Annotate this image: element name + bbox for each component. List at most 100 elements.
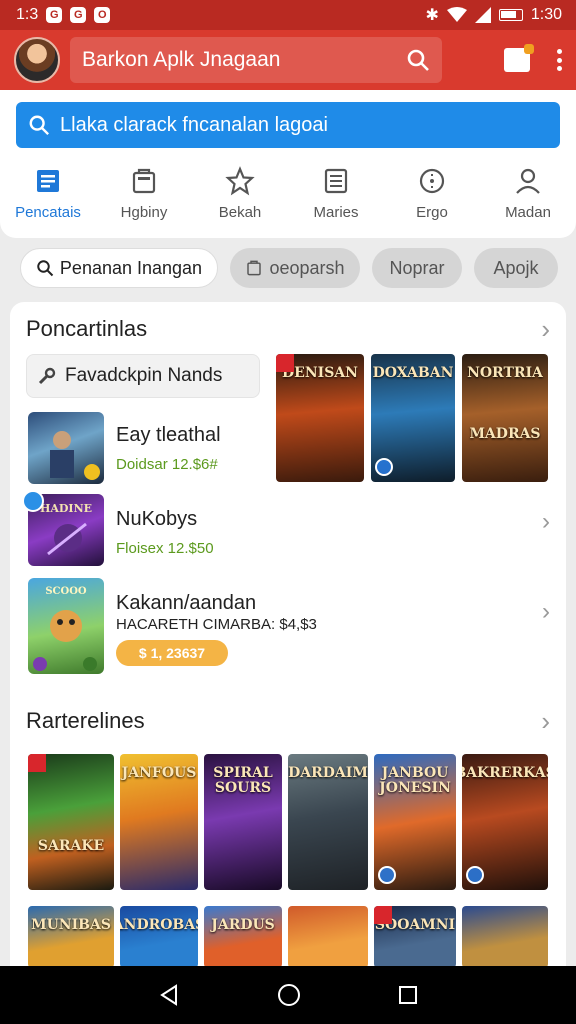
bag-icon [247, 260, 262, 276]
tab-compass[interactable]: Ergo [384, 166, 480, 226]
tab-label: Ergo [416, 204, 448, 221]
compass-icon [419, 168, 445, 194]
search-bar[interactable]: Barkon Aplk Jnagaan [70, 37, 442, 83]
game-poster[interactable]: JANFOUS [120, 754, 198, 890]
poster-title: JARDUS [211, 917, 275, 933]
status-bar: 1:3 G G O ✱ 1:30 [0, 0, 576, 30]
signal-icon [474, 7, 491, 23]
game-poster[interactable]: DENISAN [276, 354, 364, 482]
game-poster[interactable]: JARDUS [204, 906, 282, 968]
poster-title: DARDAIM [288, 765, 368, 781]
tab-profile[interactable]: Madan [480, 166, 576, 226]
tab-list[interactable]: Maries [288, 166, 384, 226]
bluetooth-icon: ✱ [425, 7, 439, 24]
system-navigation-bar [0, 966, 576, 1024]
game-title[interactable]: Eay tleathal [116, 424, 221, 447]
chip-search[interactable]: Penanan Inangan [20, 248, 218, 288]
chevron-right-icon[interactable]: › [541, 316, 550, 342]
chip-fourth[interactable]: Apojk [474, 248, 558, 288]
chip-label: Penanan Inangan [59, 257, 203, 278]
chip-label: Apojk [493, 257, 539, 278]
wrench-icon [38, 367, 56, 385]
search-icon[interactable] [406, 48, 430, 72]
svg-text:HADINE: HADINE [40, 502, 92, 515]
status-clock: 1:30 [530, 6, 562, 23]
chip-label: Noprar [389, 257, 445, 278]
game-poster[interactable]: SPIRAL SOURS [204, 754, 282, 890]
avatar[interactable] [14, 37, 60, 83]
search-bar-text: Barkon Aplk Jnagaan [82, 48, 281, 71]
game-poster[interactable]: DOXABAN [371, 354, 455, 482]
chevron-right-icon[interactable]: › [541, 708, 550, 734]
tab-star[interactable]: Bekah [192, 166, 288, 226]
game-poster[interactable]: SARAKE [28, 754, 114, 890]
game-poster[interactable]: NORTRIA MADRAS [462, 354, 548, 482]
chevron-right-icon[interactable]: › [542, 508, 550, 536]
poster-label: MADRAS [469, 426, 541, 442]
notification-icon: G [70, 7, 87, 23]
notification-icon: G [46, 7, 63, 23]
poster-title: NORTRIA [467, 365, 543, 381]
game-thumbnail[interactable] [28, 412, 104, 484]
poster-title: BAKRERKAS [462, 765, 548, 781]
chip-third[interactable]: Noprar [372, 248, 462, 288]
poster-title: MUNIBAS [31, 917, 111, 933]
game-subtitle: Floisex 12.$50 [116, 540, 214, 557]
category-nav: Pencatais Hgbiny Bekah Maries Ergo Madan [0, 166, 576, 226]
poster-title: JANBOU JONESIN [379, 765, 451, 796]
search-field[interactable]: Llaka clarack fncanalan lagoai [16, 102, 560, 148]
verified-badge-icon [22, 490, 44, 512]
battery-icon [498, 9, 523, 21]
poster-title: SPIRAL SOURS [213, 765, 273, 796]
poster-title: ANDROBAS [120, 917, 198, 933]
game-poster[interactable] [462, 906, 548, 968]
chip-bag[interactable]: oeoparsh [230, 248, 360, 288]
notification-flag-icon[interactable] [504, 44, 534, 72]
verified-badge-icon [378, 866, 396, 884]
game-poster[interactable]: ANDROBAS [120, 906, 198, 968]
game-poster[interactable]: BAKRERKAS [462, 754, 548, 890]
search-icon [37, 260, 54, 277]
search-field-text: Llaka clarack fncanalan lagoai [60, 113, 328, 136]
section-title: Rarterelines [26, 708, 145, 733]
new-badge-icon [28, 754, 46, 772]
game-title[interactable]: NuKobys [116, 508, 197, 531]
svg-text:SCOOO: SCOOO [45, 586, 87, 597]
game-title[interactable]: Kakann/aandan [116, 592, 256, 615]
more-options-icon[interactable] [556, 49, 562, 71]
game-poster[interactable]: DARDAIM [288, 754, 368, 890]
filter-chips: Penanan Inangan oeoparsh Noprar Apojk [20, 248, 560, 288]
game-poster[interactable]: JANBOU JONESIN [374, 754, 456, 890]
home-icon[interactable] [277, 983, 301, 1007]
game-poster[interactable] [288, 906, 368, 968]
tab-store[interactable]: Pencatais [0, 166, 96, 226]
poster-label: SARAKE [37, 838, 105, 854]
tab-label: Madan [505, 204, 551, 221]
search-icon [29, 115, 50, 136]
game-thumbnail[interactable]: SCOOO [28, 578, 104, 674]
game-poster[interactable]: SOOAMNI [374, 906, 456, 968]
featured-tag[interactable]: Favadckpin Nands [26, 354, 260, 398]
game-subtitle: HACARETH CIMARBA: $4,$3 [116, 616, 317, 633]
store-icon [37, 170, 59, 192]
app-bar: Barkon Aplk Jnagaan [0, 30, 576, 90]
chevron-right-icon[interactable]: › [542, 598, 550, 626]
tab-bag[interactable]: Hgbiny [96, 166, 192, 226]
tab-label: Pencatais [15, 204, 81, 221]
section-title: Poncartinlas [26, 316, 148, 341]
bag-icon [132, 168, 156, 194]
main-card: Poncartinlas › Favadckpin Nands Eay tlea… [10, 302, 566, 992]
notification-icon: O [94, 7, 111, 23]
list-icon [324, 168, 348, 194]
game-poster[interactable]: MUNIBAS [28, 906, 114, 968]
tab-label: Maries [313, 204, 359, 221]
chip-label: oeoparsh [269, 257, 345, 278]
tab-label: Hgbiny [120, 204, 168, 221]
game-subtitle: Doidsar 12.$6# [116, 456, 218, 473]
wifi-icon [446, 7, 467, 22]
verified-badge-icon [466, 866, 484, 884]
recents-icon[interactable] [398, 985, 418, 1005]
back-icon[interactable] [158, 984, 180, 1006]
status-time: 1:3 [16, 6, 39, 23]
verified-badge-icon [375, 458, 393, 476]
